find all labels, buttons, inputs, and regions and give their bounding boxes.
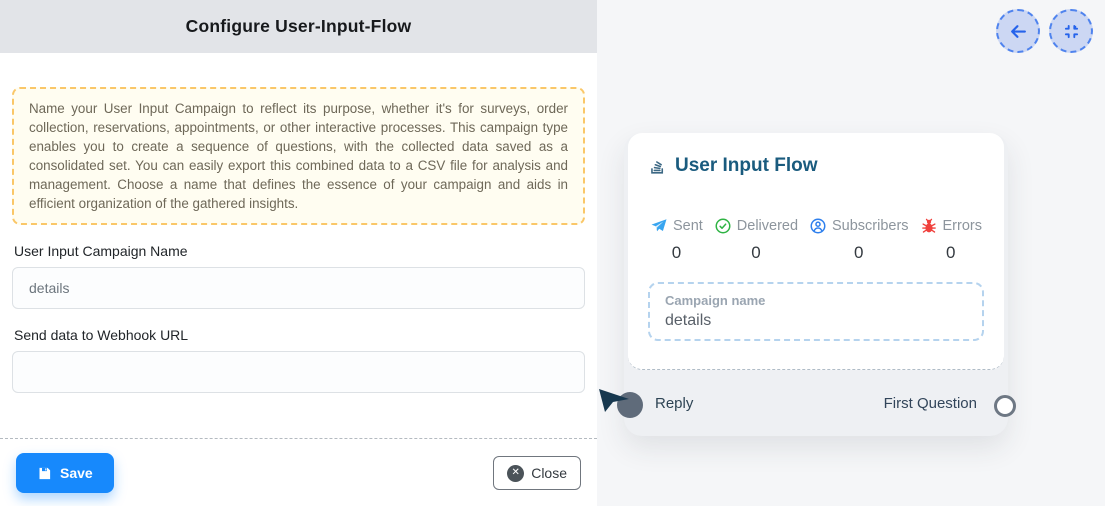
node-footer: Reply First Question	[628, 370, 1004, 436]
flow-canvas[interactable]: User Input Flow Sent	[597, 0, 1105, 506]
paper-plane-icon	[650, 217, 668, 235]
save-button-label: Save	[60, 465, 93, 481]
dialog-title: Configure User-Input-Flow	[186, 16, 412, 37]
fit-view-button[interactable]	[1049, 9, 1093, 53]
first-question-connection-handle[interactable]	[994, 395, 1016, 417]
stat-subscribers-value: 0	[854, 243, 863, 263]
node-body: User Input Flow Sent	[628, 133, 1004, 370]
stat-sent-value: 0	[672, 243, 681, 263]
close-button-label: Close	[531, 465, 567, 481]
close-icon: ✕	[507, 465, 524, 482]
close-button[interactable]: ✕ Close	[493, 456, 581, 490]
dialog-footer: Save ✕ Close	[12, 453, 585, 493]
arrow-left-icon	[1010, 23, 1027, 40]
bug-icon	[920, 217, 938, 235]
dialog-header: Configure User-Input-Flow	[0, 0, 597, 53]
stat-errors: Errors 0	[920, 217, 982, 263]
app-window: Configure User-Input-Flow Name your User…	[0, 0, 1105, 506]
info-alert: Name your User Input Campaign to reflect…	[12, 87, 585, 225]
dialog-content: Name your User Input Campaign to reflect…	[0, 53, 597, 493]
node-title: User Input Flow	[675, 155, 818, 177]
stat-subscribers-label: Subscribers	[832, 218, 909, 234]
stat-errors-value: 0	[946, 243, 955, 263]
reply-handle-label: Reply	[655, 395, 693, 412]
back-button[interactable]	[996, 9, 1040, 53]
person-circle-icon	[809, 217, 827, 235]
check-circle-icon	[714, 217, 732, 235]
stat-sent: Sent 0	[650, 217, 703, 263]
stack-icon	[648, 157, 667, 176]
node-title-row: User Input Flow	[648, 155, 984, 177]
node-stats-row: Sent 0 Delivered	[648, 217, 984, 263]
campaign-name-label: User Input Campaign Name	[14, 243, 585, 259]
compress-icon	[1064, 24, 1079, 39]
campaign-name-placeholder: Campaign name	[665, 293, 967, 308]
stat-delivered-value: 0	[751, 243, 760, 263]
stat-errors-label: Errors	[943, 218, 982, 234]
configure-dialog: Configure User-Input-Flow Name your User…	[0, 0, 597, 506]
stat-delivered-label: Delivered	[737, 218, 798, 234]
stat-sent-label: Sent	[673, 218, 703, 234]
footer-divider	[0, 438, 597, 439]
user-input-flow-node[interactable]: User Input Flow Sent	[624, 133, 1008, 436]
stat-subscribers: Subscribers 0	[809, 217, 909, 263]
reply-connection-handle[interactable]	[617, 392, 643, 418]
webhook-url-label: Send data to Webhook URL	[14, 327, 585, 343]
save-icon	[37, 466, 52, 481]
first-question-handle-label: First Question	[884, 395, 977, 412]
save-button[interactable]: Save	[16, 453, 114, 493]
stat-delivered: Delivered 0	[714, 217, 798, 263]
campaign-name-value: details	[665, 312, 967, 330]
webhook-url-input[interactable]	[12, 351, 585, 393]
node-campaign-name-box[interactable]: Campaign name details	[648, 282, 984, 341]
campaign-name-input[interactable]	[12, 267, 585, 309]
